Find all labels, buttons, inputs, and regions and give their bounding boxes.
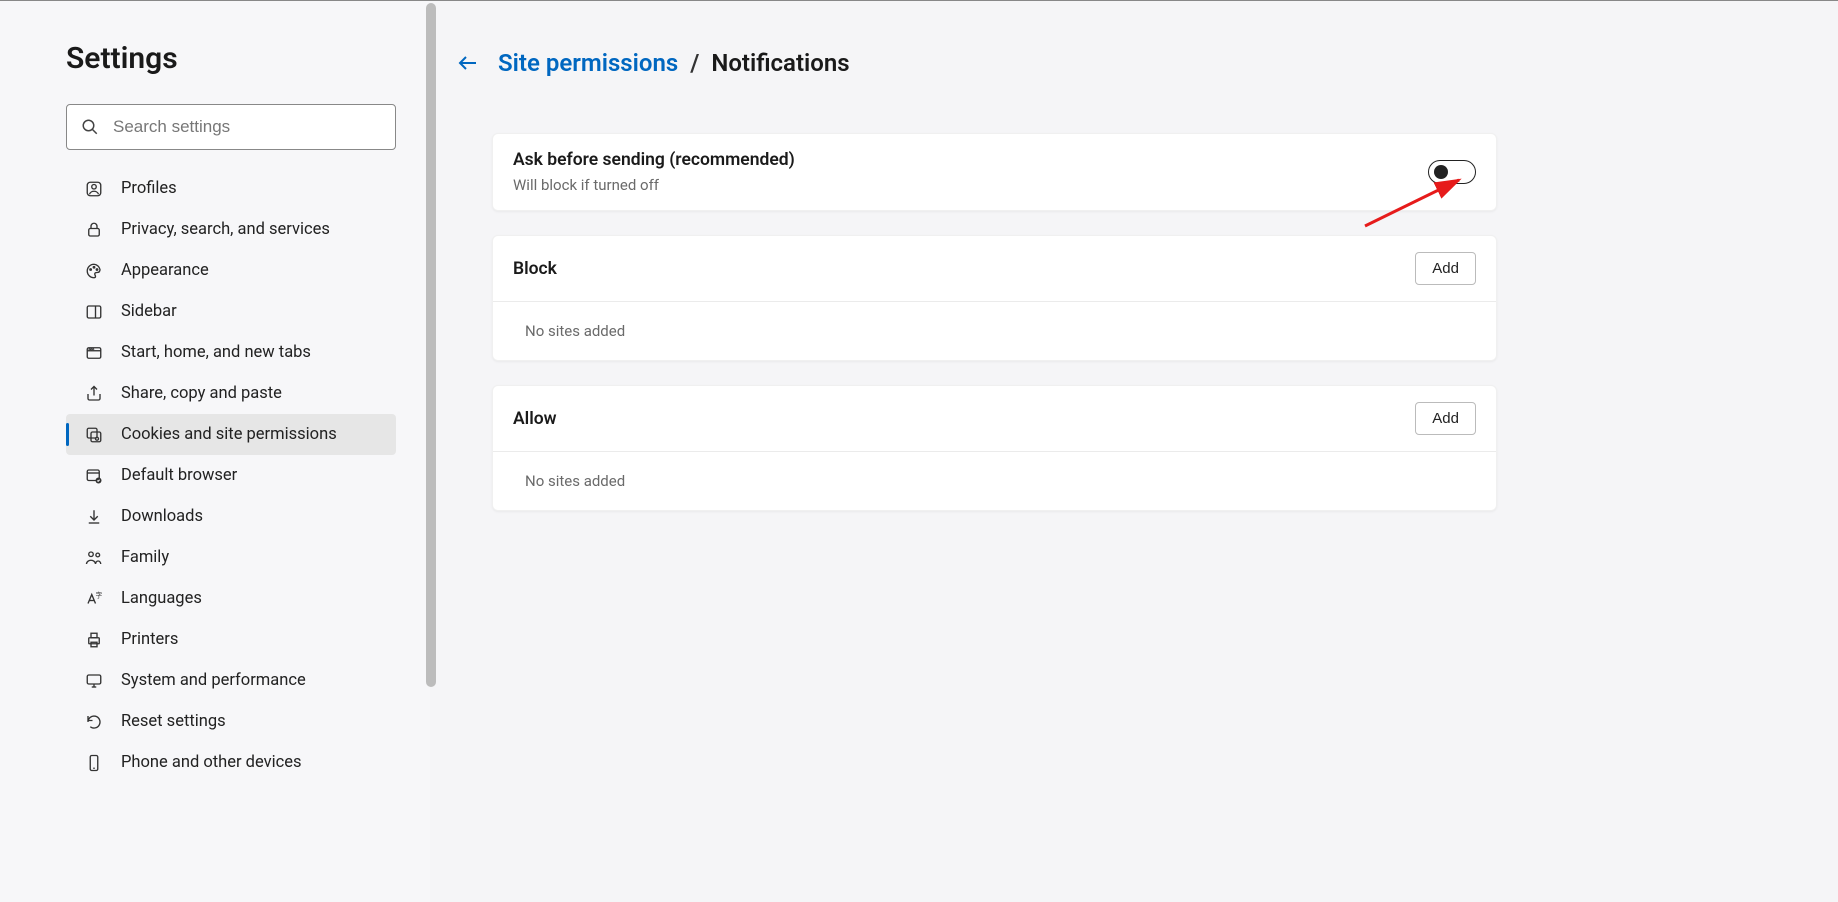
lock-icon xyxy=(84,220,104,240)
monitor-icon xyxy=(84,671,104,691)
nav-phone-devices[interactable]: Phone and other devices xyxy=(66,742,396,783)
settings-title: Settings xyxy=(66,41,430,76)
browser-check-icon xyxy=(84,466,104,486)
main-content: Site permissions / Notifications Ask bef… xyxy=(430,1,1838,902)
back-arrow-icon[interactable] xyxy=(456,51,480,75)
nav-label: Downloads xyxy=(121,507,203,526)
allow-empty-text: No sites added xyxy=(493,451,1496,510)
palette-icon xyxy=(84,261,104,281)
nav-printers[interactable]: Printers xyxy=(66,619,396,660)
nav-label: Family xyxy=(121,548,169,567)
tab-icon xyxy=(84,343,104,363)
printer-icon xyxy=(84,630,104,650)
nav-label: Appearance xyxy=(121,261,209,280)
nav-cookies-permissions[interactable]: Cookies and site permissions xyxy=(66,414,396,455)
nav-family[interactable]: Family xyxy=(66,537,396,578)
nav-label: Default browser xyxy=(121,466,237,485)
ask-before-sending-card: Ask before sending (recommended) Will bl… xyxy=(492,133,1497,211)
nav-downloads[interactable]: Downloads xyxy=(66,496,396,537)
block-add-button[interactable]: Add xyxy=(1415,252,1476,285)
family-icon xyxy=(84,548,104,568)
nav-privacy[interactable]: Privacy, search, and services xyxy=(66,209,396,250)
nav-default-browser[interactable]: Default browser xyxy=(66,455,396,496)
cookies-icon xyxy=(84,425,104,445)
nav-label: Printers xyxy=(121,630,178,649)
breadcrumb-current: Notifications xyxy=(711,49,849,77)
nav-label: Reset settings xyxy=(121,712,226,731)
nav-label: Cookies and site permissions xyxy=(121,425,337,444)
phone-icon xyxy=(84,753,104,773)
share-icon xyxy=(84,384,104,404)
block-card: Block Add No sites added xyxy=(492,235,1497,361)
nav-profiles[interactable]: Profiles xyxy=(66,168,396,209)
nav-label: Phone and other devices xyxy=(121,753,302,772)
nav-reset[interactable]: Reset settings xyxy=(66,701,396,742)
language-icon: 字 xyxy=(84,589,104,609)
block-title: Block xyxy=(513,259,557,279)
allow-card: Allow Add No sites added xyxy=(492,385,1497,511)
search-settings-field[interactable] xyxy=(66,104,396,150)
nav-label: Start, home, and new tabs xyxy=(121,343,311,362)
nav-share-copy[interactable]: Share, copy and paste xyxy=(66,373,396,414)
breadcrumb: Site permissions / Notifications xyxy=(456,49,1838,77)
nav-label: Privacy, search, and services xyxy=(121,220,330,239)
sidebar-scrollbar[interactable] xyxy=(426,3,436,687)
nav-appearance[interactable]: Appearance xyxy=(66,250,396,291)
download-icon xyxy=(84,507,104,527)
allow-title: Allow xyxy=(513,409,557,429)
profile-icon xyxy=(84,179,104,199)
ask-toggle-sub: Will block if turned off xyxy=(513,176,795,194)
settings-sidebar: Settings Profiles Privacy, search, and s… xyxy=(0,1,430,902)
allow-add-button[interactable]: Add xyxy=(1415,402,1476,435)
breadcrumb-link-site-permissions[interactable]: Site permissions xyxy=(498,49,678,77)
nav-label: Sidebar xyxy=(121,302,177,321)
nav-languages[interactable]: 字 Languages xyxy=(66,578,396,619)
nav-label: Languages xyxy=(121,589,202,608)
ask-toggle-title: Ask before sending (recommended) xyxy=(513,150,795,170)
settings-nav: Profiles Privacy, search, and services A… xyxy=(66,168,396,783)
ask-before-sending-toggle[interactable] xyxy=(1428,160,1476,184)
nav-sidebar[interactable]: Sidebar xyxy=(66,291,396,332)
nav-label: Share, copy and paste xyxy=(121,384,282,403)
breadcrumb-separator: / xyxy=(690,49,699,77)
nav-label: Profiles xyxy=(121,179,177,198)
block-empty-text: No sites added xyxy=(493,301,1496,360)
reset-icon xyxy=(84,712,104,732)
nav-system-perf[interactable]: System and performance xyxy=(66,660,396,701)
nav-label: System and performance xyxy=(121,671,306,690)
svg-text:字: 字 xyxy=(96,590,103,599)
nav-start-home[interactable]: Start, home, and new tabs xyxy=(66,332,396,373)
panel-icon xyxy=(84,302,104,322)
search-settings-input[interactable] xyxy=(113,117,381,137)
search-icon xyxy=(81,118,99,136)
